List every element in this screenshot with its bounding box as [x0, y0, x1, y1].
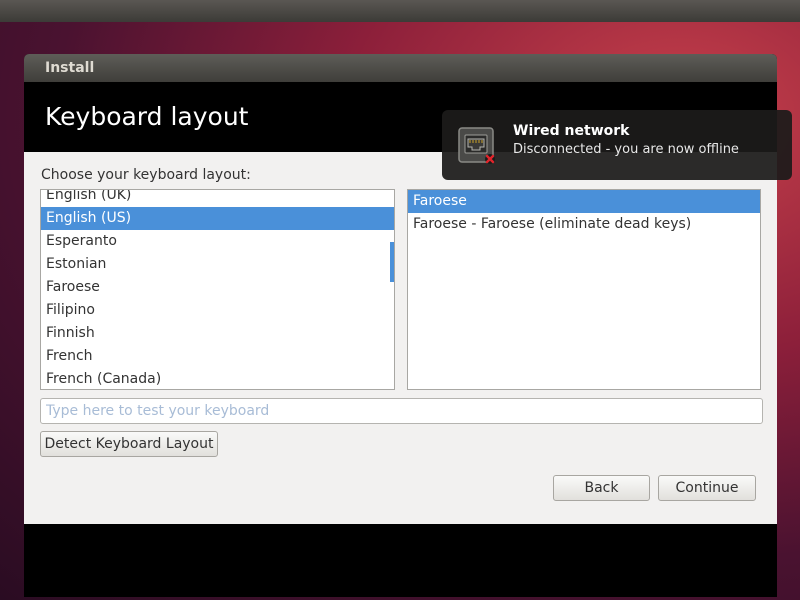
page-title: Keyboard layout	[45, 102, 249, 131]
detect-keyboard-layout-button[interactable]: Detect Keyboard Layout	[40, 431, 218, 457]
layout-list-item[interactable]: Filipino	[41, 299, 394, 322]
window-title: Install	[45, 60, 95, 76]
notification-body: Disconnected - you are now offline	[513, 142, 739, 157]
layout-list-item[interactable]: English (UK)	[41, 190, 394, 207]
network-notification: Wired network Disconnected - you are now…	[442, 110, 792, 180]
variant-list-item[interactable]: Faroese - Faroese (eliminate dead keys)	[408, 213, 760, 236]
network-wired-disconnected-icon	[458, 127, 496, 165]
layout-list-item-selected[interactable]: English (US)	[41, 207, 394, 230]
layout-list-item[interactable]: French (Canada)	[41, 368, 394, 389]
main-content: Choose your keyboard layout: English (UK…	[24, 152, 777, 524]
variant-list-item-selected[interactable]: Faroese	[408, 190, 760, 213]
window-titlebar[interactable]: Install	[24, 54, 777, 82]
layout-list-item[interactable]: Estonian	[41, 253, 394, 276]
back-button[interactable]: Back	[553, 475, 650, 501]
layout-prompt: Choose your keyboard layout:	[41, 167, 251, 183]
layout-list-item[interactable]: Finnish	[41, 322, 394, 345]
layout-list-item[interactable]: Esperanto	[41, 230, 394, 253]
layout-list-item[interactable]: French	[41, 345, 394, 368]
layout-list-scrollbar[interactable]	[390, 242, 394, 282]
window-footer	[24, 524, 777, 597]
variant-list[interactable]: Faroese Faroese - Faroese (eliminate dea…	[407, 189, 761, 390]
notification-title: Wired network	[513, 123, 630, 139]
continue-button[interactable]: Continue	[658, 475, 756, 501]
layout-list-item[interactable]: Faroese	[41, 276, 394, 299]
top-panel	[0, 0, 800, 22]
layout-list[interactable]: English (UK) English (US) Esperanto Esto…	[40, 189, 395, 390]
keyboard-test-input[interactable]	[40, 398, 763, 424]
